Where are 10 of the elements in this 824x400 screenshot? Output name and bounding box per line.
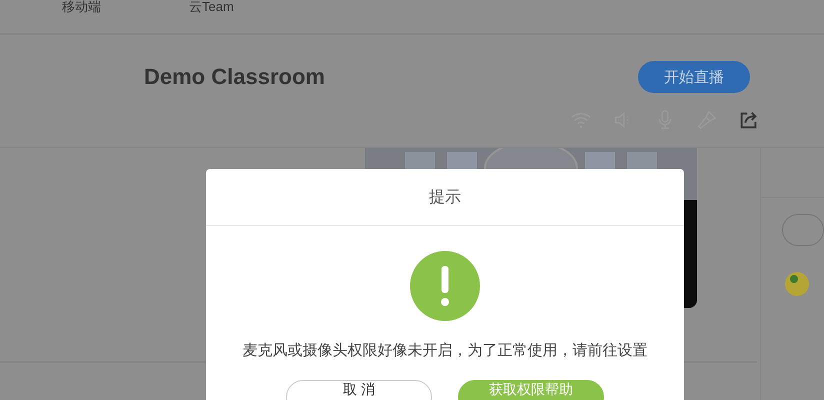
classroom-title: Demo Classroom — [144, 64, 325, 90]
help-button[interactable]: 获取权限帮助 — [458, 380, 604, 400]
nav-link[interactable]: 云Team — [189, 0, 234, 14]
avatar-icon — [785, 272, 809, 296]
warning-icon — [410, 251, 480, 321]
nav-link[interactable]: 移动端 — [62, 0, 101, 14]
start-live-button[interactable]: 开始直播 — [638, 61, 750, 93]
cancel-button[interactable]: 取 消 — [286, 380, 432, 400]
dialog-message: 麦克风或摄像头权限好像未开启，为了正常使用，请前往设置 — [242, 341, 648, 360]
dialog-title: 提示 — [429, 188, 461, 208]
